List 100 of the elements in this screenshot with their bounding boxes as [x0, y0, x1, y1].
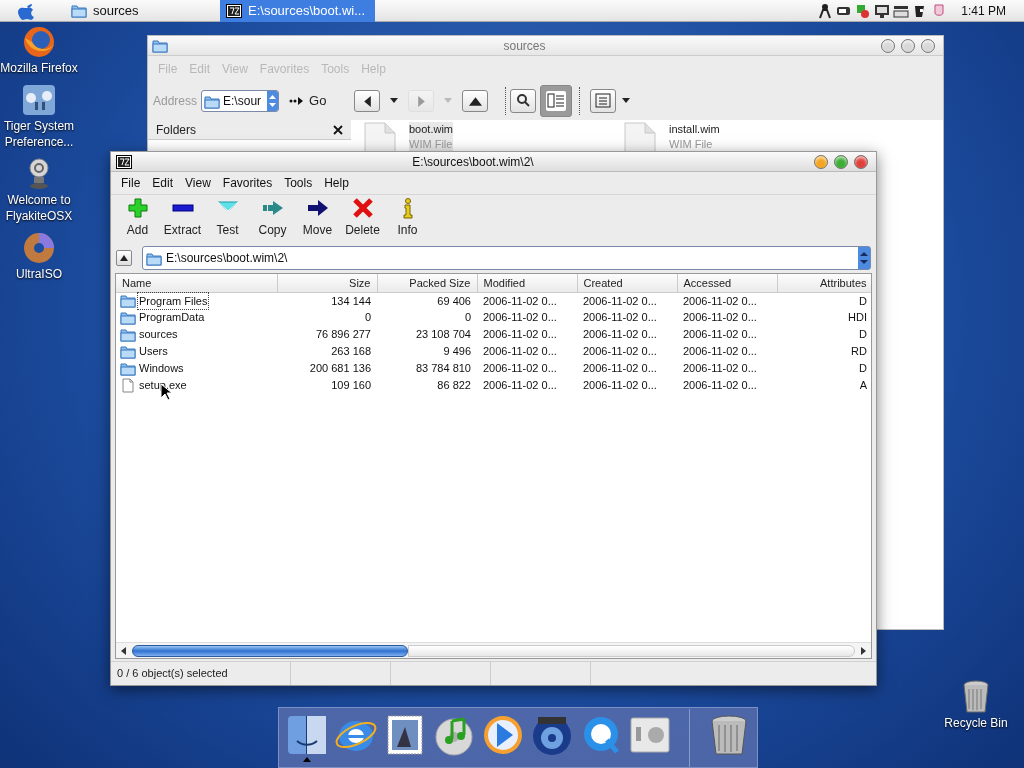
- column-header[interactable]: Accessed: [677, 274, 777, 292]
- toolbar-button[interactable]: Add: [115, 197, 160, 239]
- file-name[interactable]: Windows: [138, 360, 185, 377]
- path-combo[interactable]: E:\sources\boot.wim\2\: [142, 246, 871, 270]
- file-name[interactable]: Users: [138, 343, 169, 360]
- apple-logo-icon[interactable]: [17, 1, 37, 20]
- folder-icon: [152, 38, 168, 53]
- table-cell-text: D: [858, 361, 868, 377]
- address-combo[interactable]: E:\sour: [201, 90, 280, 112]
- desktop-icon-label[interactable]: Recycle Bin: [944, 714, 1008, 732]
- minimize-button[interactable]: [881, 38, 895, 53]
- toolbar-button[interactable]: Copy: [250, 197, 295, 239]
- search-button[interactable]: [510, 89, 537, 113]
- table-cell: 2006-11-02 0...: [477, 292, 577, 309]
- trash-can-icon[interactable]: [962, 680, 990, 714]
- table-cell-text: HDI: [847, 310, 868, 326]
- table-cell-text: 0: [363, 310, 372, 326]
- folder-icon: [120, 344, 136, 359]
- menu-item[interactable]: Edit: [146, 174, 180, 192]
- column-header[interactable]: Name: [116, 274, 277, 292]
- column-header[interactable]: Modified: [477, 274, 577, 292]
- close-icon[interactable]: [333, 124, 343, 135]
- file-name[interactable]: boot.wim: [409, 122, 454, 137]
- clock: 1:41 PM: [961, 2, 1006, 20]
- table-cell-text: 263 168: [330, 344, 372, 360]
- table-cell: 69 406: [377, 292, 477, 309]
- folder-icon: [120, 327, 136, 342]
- folder-icon: [204, 93, 221, 109]
- cross-icon: [351, 197, 374, 219]
- file-name[interactable]: sources: [138, 326, 179, 343]
- column-header[interactable]: Size: [277, 274, 377, 292]
- zoom-button[interactable]: [901, 38, 915, 53]
- menu-item[interactable]: File: [115, 174, 147, 192]
- menu-item[interactable]: Tools: [278, 174, 319, 192]
- caret-icon[interactable]: [390, 98, 399, 104]
- table-cell-text: 2006-11-02 0...: [582, 344, 658, 360]
- minimize-button[interactable]: [814, 154, 828, 169]
- menu-item[interactable]: View: [179, 174, 217, 192]
- file-type: WIM File: [409, 137, 454, 152]
- table-cell-text: 2006-11-02 0...: [682, 378, 758, 394]
- list-icon: [593, 91, 614, 111]
- desktop-icon-label[interactable]: UltraISO: [0, 266, 78, 282]
- player-icon[interactable]: [481, 713, 525, 757]
- desktop-icon-label[interactable]: Mozilla Firefox: [0, 60, 78, 76]
- file-name[interactable]: install.wim: [669, 122, 720, 137]
- plus-icon: [126, 197, 149, 219]
- column-header[interactable]: Attributes: [777, 274, 871, 292]
- tray-icon[interactable]: [817, 2, 834, 19]
- address-label: Address: [153, 93, 198, 110]
- table-cell-text: RD: [850, 344, 868, 360]
- status-text: 0 / 6 object(s) selected: [111, 662, 291, 685]
- taskbar-button[interactable]: sources: [65, 0, 220, 22]
- table-cell-text: 23 108 704: [414, 327, 472, 343]
- table-cell-text: 2006-11-02 0...: [582, 310, 658, 326]
- folder-icon: [120, 361, 136, 376]
- table-cell-text: 2006-11-02 0...: [482, 378, 558, 394]
- table-cell-text: A: [858, 378, 868, 394]
- toolbar-button[interactable]: Test: [205, 197, 250, 239]
- table-cell-text: 76 896 277: [314, 327, 372, 343]
- up-button[interactable]: [462, 90, 489, 112]
- file-name[interactable]: Program Files: [138, 292, 209, 309]
- table-cell-text: 109 160: [330, 378, 372, 394]
- views-button[interactable]: [590, 89, 617, 113]
- back-button[interactable]: [354, 90, 381, 112]
- menu-item[interactable]: Favorites: [216, 174, 279, 192]
- up-triangle-icon: [120, 255, 128, 261]
- caret-icon[interactable]: [622, 98, 631, 104]
- pane-title: Folders: [156, 121, 196, 139]
- column-header[interactable]: Packed Size: [377, 274, 477, 292]
- menu-item[interactable]: Help: [318, 174, 355, 192]
- table-cell-text: 2006-11-02 0...: [482, 310, 558, 326]
- desktop-icon-label[interactable]: Welcome to FlyakiteOSX: [0, 192, 78, 224]
- column-header[interactable]: Created: [577, 274, 677, 292]
- stepper-icon[interactable]: [267, 91, 279, 111]
- table-cell-text: 2006-11-02 0...: [482, 327, 558, 343]
- toolbar-button[interactable]: Extract: [160, 197, 205, 239]
- tray-icon[interactable]: [874, 2, 891, 19]
- stepper-icon[interactable]: [858, 247, 870, 269]
- table-cell-text: 0: [463, 310, 472, 326]
- table-cell-text: 2006-11-02 0...: [682, 361, 758, 377]
- scrollbar-thumb[interactable]: [132, 644, 408, 657]
- table-cell-text: 2006-11-02 0...: [682, 310, 758, 326]
- desktop-icon-label[interactable]: Tiger System Preference...: [0, 118, 78, 150]
- up-button[interactable]: [116, 250, 132, 266]
- toolbar-button[interactable]: Delete: [340, 197, 385, 239]
- taskbar-button[interactable]: E:\sources\boot.wi...: [220, 0, 375, 22]
- close-button[interactable]: [854, 154, 868, 169]
- toolbar-button[interactable]: Move: [295, 197, 340, 239]
- window-title: E:\sources\boot.wim\2\: [411, 153, 535, 171]
- file-name[interactable]: ProgramData: [138, 309, 206, 326]
- zoom-button[interactable]: [834, 154, 848, 169]
- folder-icon: [120, 310, 136, 325]
- go-button[interactable]: Go: [289, 91, 327, 111]
- toolbar-button[interactable]: Info: [385, 197, 430, 239]
- close-button[interactable]: [921, 38, 935, 53]
- table-cell-text: 2006-11-02 0...: [582, 361, 658, 377]
- file-name[interactable]: setup.exe: [138, 377, 188, 394]
- folder-icon: [120, 293, 136, 309]
- table-cell-text: 2006-11-02 0...: [582, 327, 658, 343]
- right-triangle-icon: [417, 95, 425, 107]
